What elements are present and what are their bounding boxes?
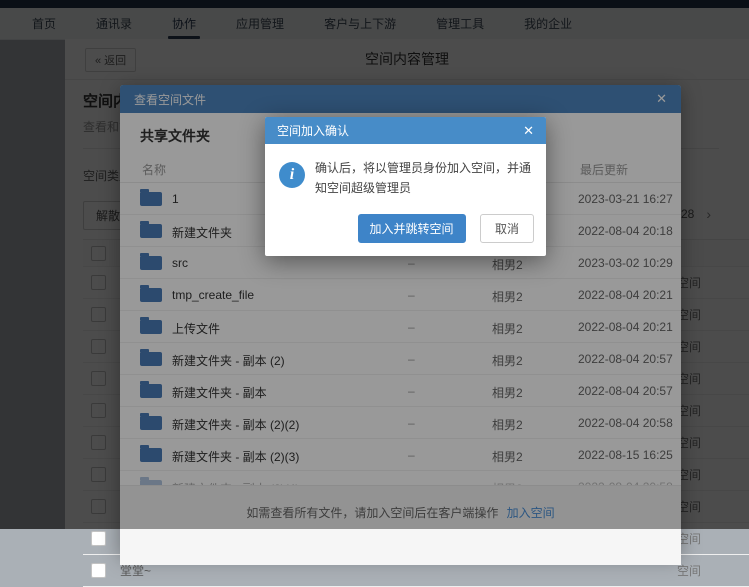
close-icon[interactable]: ✕: [523, 123, 534, 139]
cancel-button[interactable]: 取消: [480, 214, 534, 243]
dialog-title: 空间加入确认: [277, 122, 523, 139]
info-icon: i: [279, 162, 305, 188]
dialog-footer: 加入并跳转空间 取消: [265, 205, 546, 256]
row-checkbox[interactable]: [91, 563, 106, 578]
space-join-confirm-dialog: 空间加入确认 ✕ i 确认后，将以管理员身份加入空间，并通知空间超级管理员 加入…: [265, 117, 546, 256]
dialog-body: i 确认后，将以管理员身份加入空间，并通知空间超级管理员: [265, 144, 546, 205]
dialog-header: 空间加入确认 ✕: [265, 117, 546, 144]
dialog-message: 确认后，将以管理员身份加入空间，并通知空间超级管理员: [315, 159, 533, 199]
join-and-jump-button[interactable]: 加入并跳转空间: [358, 214, 466, 243]
row-checkbox[interactable]: [91, 531, 106, 546]
dialog-backdrop: [0, 0, 749, 529]
